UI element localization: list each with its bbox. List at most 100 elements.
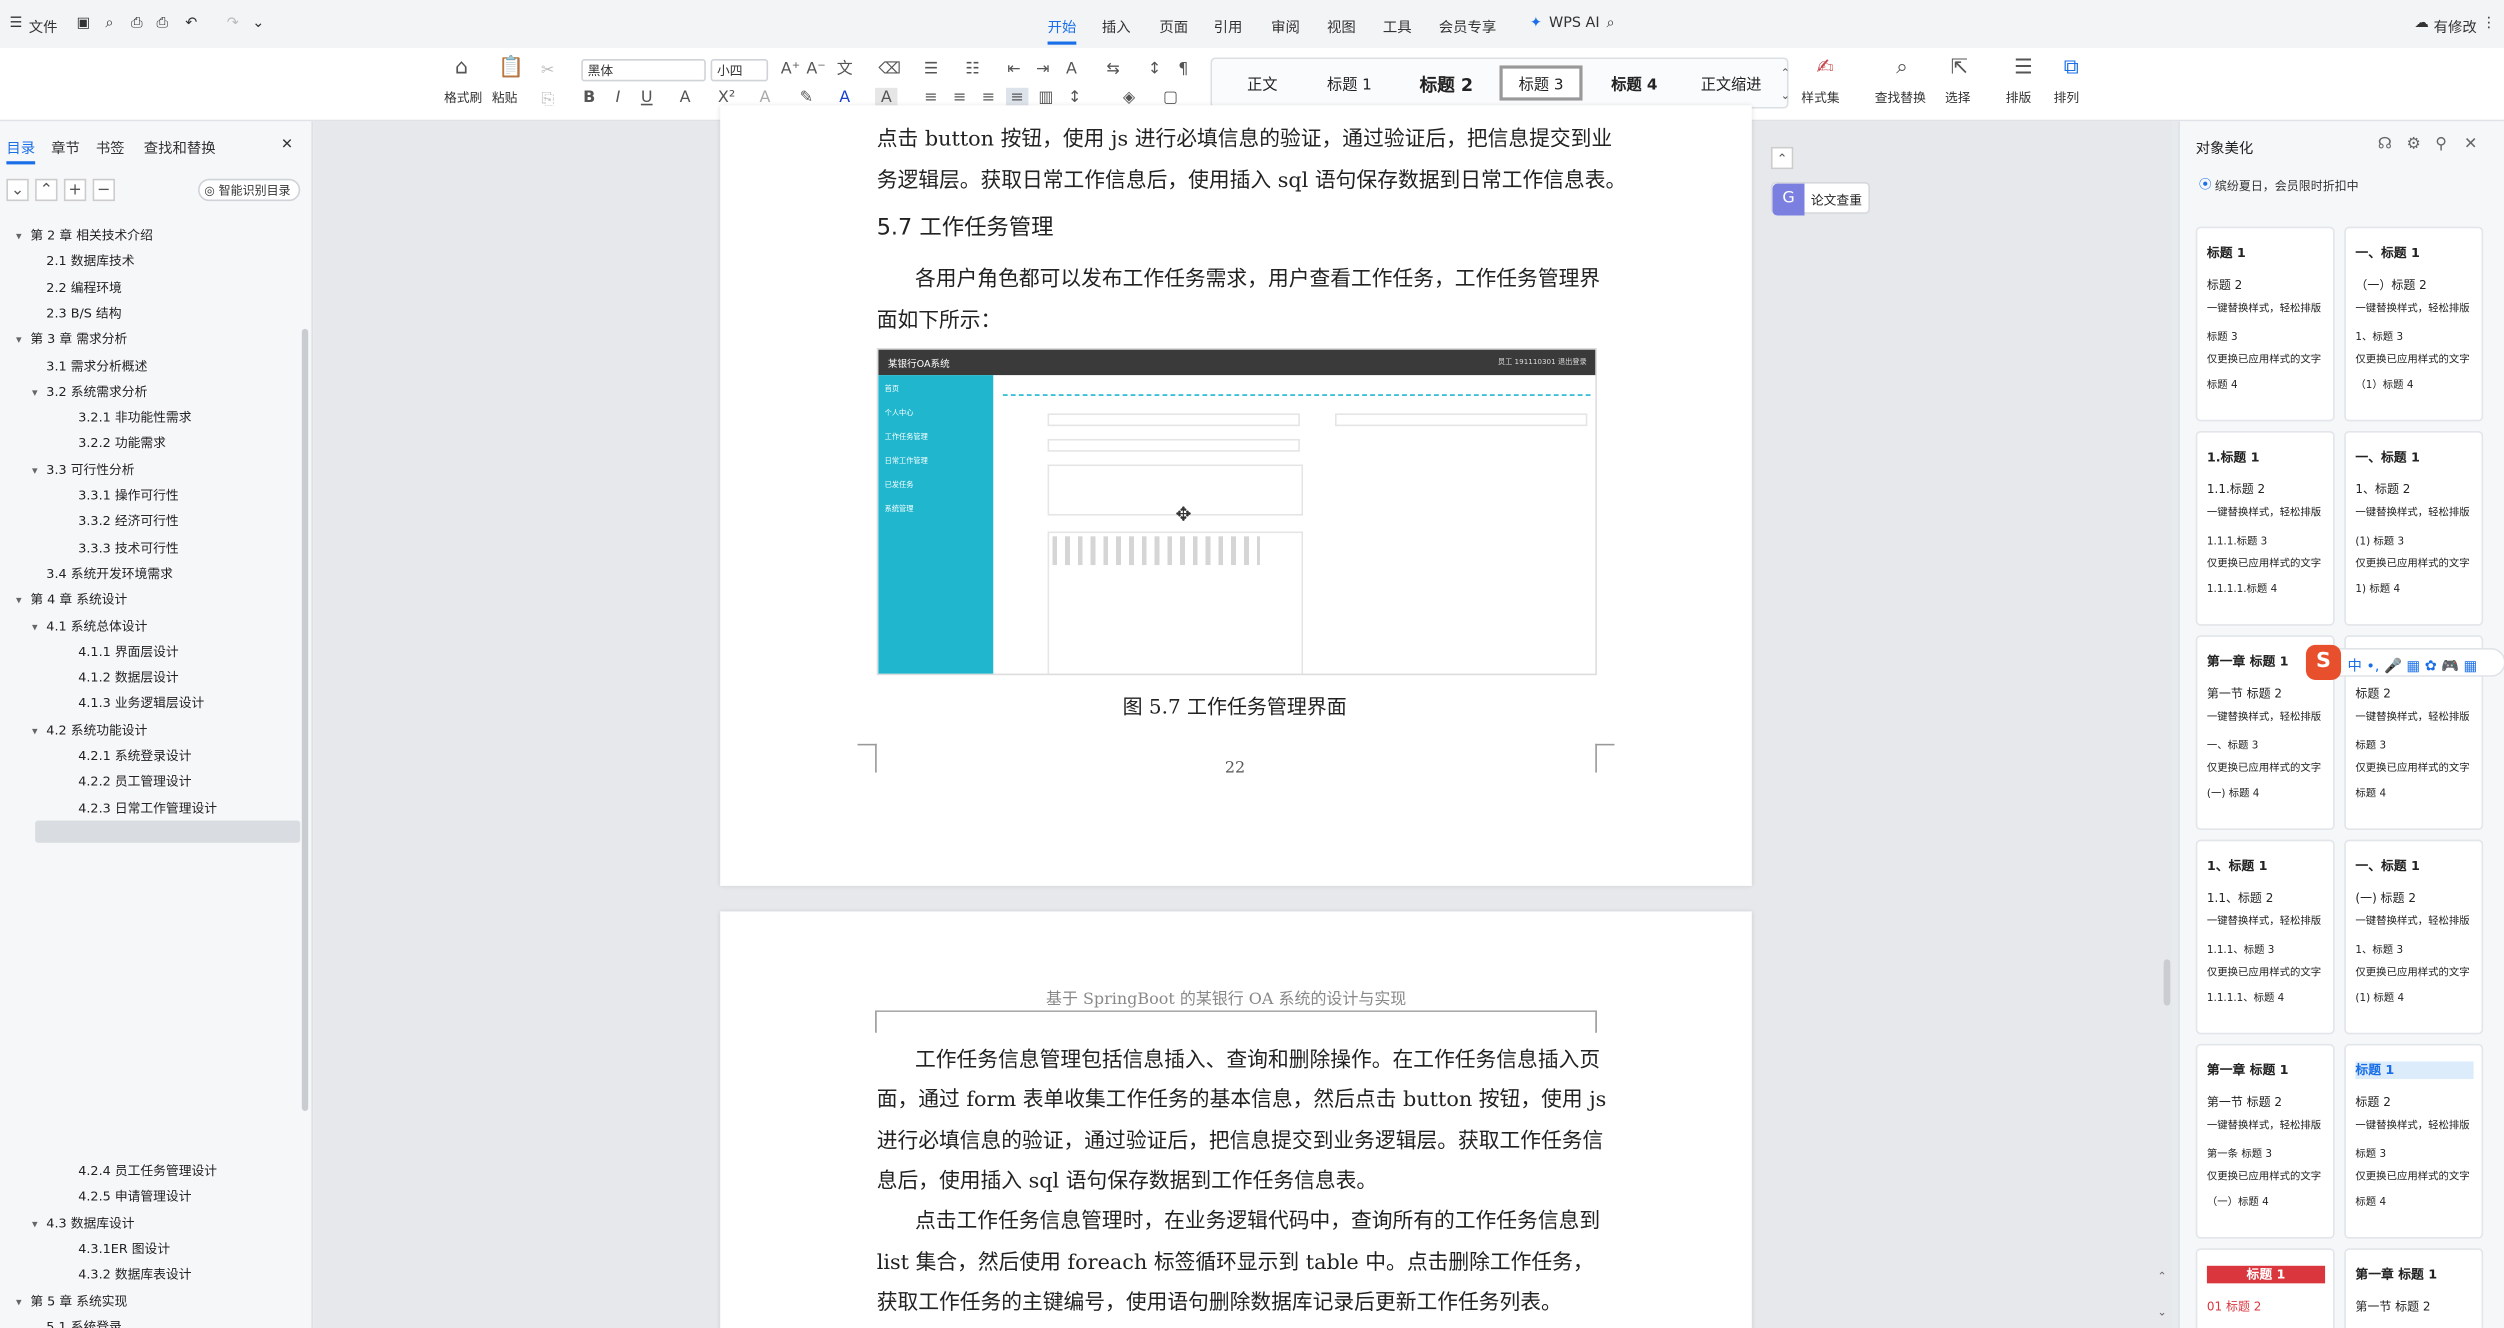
close-panel-icon[interactable]: ✕ [281,137,293,153]
style-heading-3[interactable]: 标题 3 [1499,65,1583,101]
toc-item[interactable]: 3.3.2 经济可行性 [64,513,178,531]
style-card[interactable]: 标题 1 标题 2 一键替换样式，轻松排版标题 3 仅更换已应用样式的文字标题 4 [2195,226,2335,422]
toc-item[interactable]: 2.2 编程环境 [32,279,121,297]
phonetic-icon[interactable]: 文 [834,59,856,81]
bold-icon[interactable]: B [578,88,600,110]
toc-item[interactable]: 4.2.3 日常工作管理设计 [64,799,217,817]
style-card[interactable]: 标题 1 01 标题 2 [2195,1248,2335,1328]
section-heading[interactable]: 5.7 工作任务管理 [877,211,1054,243]
tab-home[interactable]: 开始 [1047,16,1077,45]
ime-toolbar[interactable]: S 中 •, 🎤 ▦ ✿ 🎮 ▦ [2305,644,2504,680]
toc-item[interactable]: 4.2.5 申请管理设计 [64,1188,191,1206]
tab-review[interactable]: 审阅 [1271,16,1300,37]
increase-indent-icon[interactable]: ⇥ [1032,59,1054,81]
italic-icon[interactable]: I [607,88,629,110]
toc-item[interactable]: 2.3 B/S 结构 [32,305,121,323]
panel-scrollbar[interactable] [2163,960,2171,1006]
gallery-expand-icon[interactable]: ⌃ [1774,62,1796,84]
body-text-line[interactable]: 面，通过 form 表单收集工作任务的基本信息，然后点击 button 按钮，使… [877,1083,1607,1113]
paste-button[interactable]: 粘贴 [492,89,518,107]
body-text-line[interactable]: 工作任务信息管理包括信息插入、查询和删除操作。在工作任务信息插入页 [915,1042,1600,1073]
tab-tools[interactable]: 工具 [1383,16,1412,37]
scroll-down-icon[interactable]: ⌄ [2157,1306,2166,1319]
underline-icon[interactable]: U [636,88,658,110]
print-icon[interactable]: ⎙ [131,16,143,32]
file-menu[interactable]: 文件 [29,16,58,37]
close-icon[interactable]: ✕ [2464,136,2477,154]
find-replace-icon[interactable]: ⌕ [1891,57,1913,79]
tab-bookmarks[interactable]: 书签 [96,137,125,158]
toc-item[interactable]: 3.2.2 功能需求 [64,435,166,453]
select-button[interactable]: 选择 [1945,89,1971,107]
collapse-float-icon[interactable]: ⌃ [1770,146,1794,170]
style-set-icon[interactable]: ✍ [1814,57,1836,79]
copy-icon[interactable]: ⎘ [537,89,559,111]
sort-icon[interactable]: ↕ [1143,59,1165,81]
wps-ai-button[interactable]: WPS AI [1549,16,1600,32]
paper-check-button[interactable]: G 论文查重 [1770,181,1870,216]
toc-item[interactable]: 3.1 需求分析概述 [32,357,147,375]
toc-item[interactable]: 2.1 数据库技术 [32,253,134,271]
grow-font-icon[interactable]: A⁺ [779,59,801,81]
search-icon[interactable]: ⌕ [1606,16,1614,32]
strikethrough-icon[interactable]: A [674,88,696,110]
body-text-line[interactable]: list 集合，然后使用 foreach 标签循环显示到 table 中。点击删… [877,1244,1594,1275]
toc-item[interactable]: ▾ 第 5 章 系统实现 [16,1292,127,1310]
body-text-line[interactable]: 息后，使用插入 sql 语句保存数据到工作任务信息表。 [877,1163,1378,1194]
tab-chapters[interactable]: 章节 [51,137,80,158]
toc-item[interactable]: 4.1.3 业务逻辑层设计 [64,695,204,713]
scroll-up-icon[interactable]: ⌃ [2157,1271,2166,1284]
toc-item[interactable]: ▾ 第 2 章 相关技术介绍 [16,227,153,245]
tab-insert[interactable]: 插入 [1102,16,1131,37]
quick-access-more-icon[interactable]: ⌄ [252,16,264,32]
remove-heading-icon[interactable]: − [92,178,115,202]
toc-item[interactable]: ▾ 3.2 系统需求分析 [32,383,147,401]
style-card[interactable]: 第一章 标题 1 第一节 标题 2 一键替换样式，轻松排版 第一条 标题 3 仅更换已应… [2195,1043,2335,1239]
shrink-font-icon[interactable]: A⁻ [805,59,827,81]
toc-item[interactable]: ▾ 第 3 章 需求分析 [16,331,127,349]
toc-item[interactable]: 4.1.1 界面层设计 [64,643,178,661]
expand-up-icon[interactable]: ⌃ [35,178,58,202]
headset-icon[interactable]: ☊ [2378,136,2392,154]
body-text-line[interactable]: 务逻辑层。获取日常工作信息后，使用插入 sql 语句保存数据到日常工作信息表。 [877,163,1627,193]
toc-item[interactable]: ▾ 第 4 章 系统设计 [16,591,127,609]
toc-item[interactable]: ▾ 3.3 可行性分析 [32,461,135,479]
expand-triangle-icon[interactable]: ▾ [32,464,46,477]
body-text-line[interactable]: 各用户角色都可以发布工作任务需求，用户查看工作任务，工作任务管理界 [915,262,1600,292]
format-painter-button[interactable]: 格式刷 [444,89,482,107]
toc-item[interactable]: 3.2.1 非功能性需求 [64,409,191,427]
toc-scrollbar[interactable] [301,328,309,1111]
tab-find-replace[interactable]: 查找和替换 [144,137,216,158]
toc-item[interactable]: 4.2.2 员工管理设计 [64,773,191,791]
layout-button[interactable]: 排版 [2006,89,2032,107]
font-size-select[interactable]: 小四 [710,59,769,82]
expand-triangle-icon[interactable]: ▾ [32,620,46,633]
style-card[interactable]: 1.标题 1 1.1.标题 2 一键替换样式，轻松排版 1.1.1.标题 3 仅更换已应… [2195,430,2335,626]
text-direction-icon[interactable]: ⇆ [1102,59,1124,81]
arrange-button[interactable]: 排列 [2054,89,2080,107]
print-preview-icon[interactable]: ⎙ [156,16,168,32]
cut-icon[interactable]: ✂ [537,61,559,83]
toc-item[interactable]: 4.1.2 数据层设计 [64,669,178,687]
toc-item[interactable]: ▾ 4.2 系统功能设计 [32,721,147,739]
collapse-all-icon[interactable]: ⌄ [6,178,29,202]
arrange-icon[interactable]: ⧉ [2060,57,2082,79]
toc-item[interactable]: 3.3.1 操作可行性 [64,487,178,505]
smart-toc-button[interactable]: ◎ 智能识别目录 [198,178,301,202]
expand-triangle-icon[interactable]: ▾ [32,1217,46,1230]
toc-item[interactable]: 3.4 系统开发环境需求 [32,565,173,583]
find-replace-button[interactable]: 查找替换 [1875,89,1926,107]
expand-triangle-icon[interactable]: ▾ [16,230,30,243]
numbering-icon[interactable]: ☷ [961,59,983,81]
bullets-icon[interactable]: ☰ [920,59,942,81]
tab-page[interactable]: 页面 [1159,16,1188,37]
figure-screenshot[interactable]: 某银行OA系统 员工 191110301 退出登录 首页 个人中心 工作任务管理 日常… [876,347,1597,676]
style-card[interactable]: 1、标题 1 1.1、标题 2 一键替换样式，轻松排版 1.1.1、标题 3 仅更换已应… [2195,839,2335,1035]
panel-title[interactable]: 对象美化 [2196,137,2254,158]
tab-toc[interactable]: 目录 [6,137,36,165]
promo-text[interactable]: 缤纷夏日，会员限时折扣中 [2215,177,2359,195]
settings-icon[interactable]: ⚙ [2407,136,2421,154]
paste-icon[interactable]: 📋 [498,57,524,79]
expand-triangle-icon[interactable]: ▾ [32,386,46,399]
style-heading-2[interactable]: 标题 2 [1420,72,1473,98]
